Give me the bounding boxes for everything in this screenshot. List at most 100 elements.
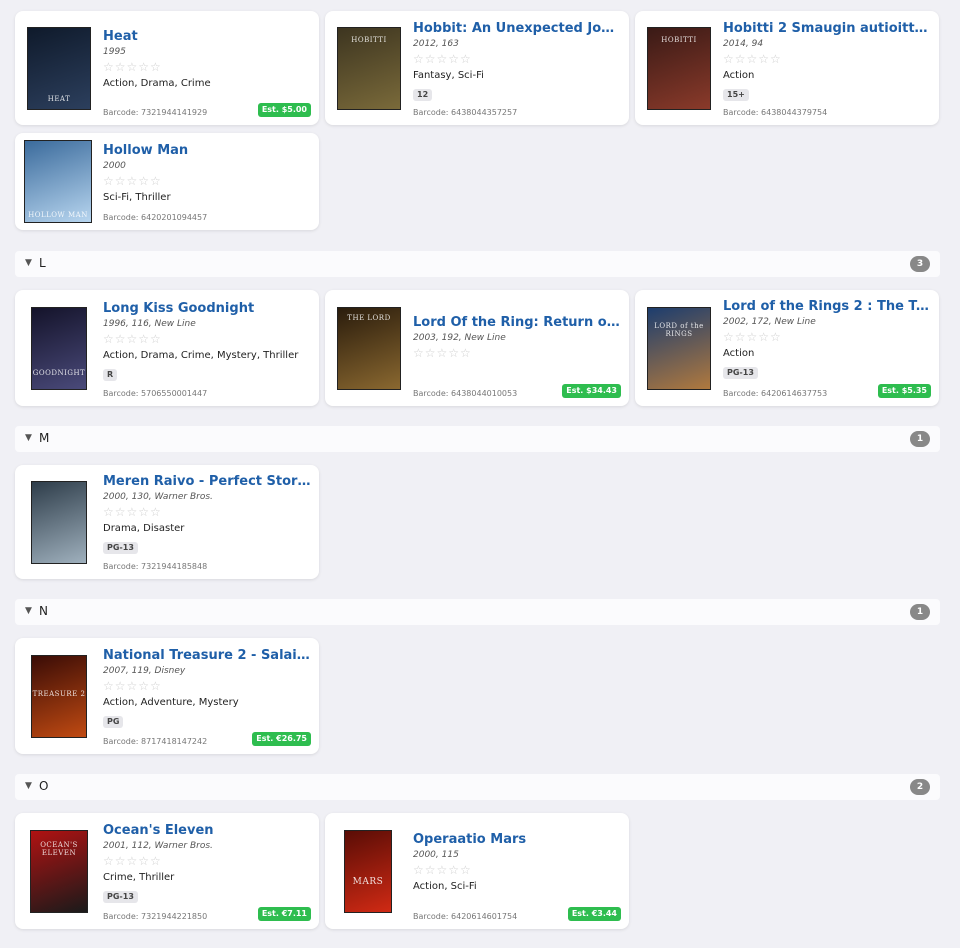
movie-meta: 2014, 94 (723, 39, 764, 49)
poster-image: THE LORD (337, 307, 401, 390)
movie-card[interactable]: HEAT Heat 1995 ☆☆☆☆☆ Action, Drama, Crim… (15, 11, 319, 125)
triangle-down-icon: ▼ (25, 606, 32, 616)
movie-genre: Action (723, 70, 755, 81)
price-badge: Est. €3.44 (567, 907, 621, 921)
price-badge: Est. $5.35 (877, 384, 931, 398)
group-letter: N (39, 604, 48, 618)
movie-card[interactable]: OCEAN'S ELEVEN Ocean's Eleven 2001, 112,… (15, 813, 319, 929)
movie-title[interactable]: Hollow Man (103, 143, 311, 159)
poster-image: OCEAN'S ELEVEN (30, 830, 88, 913)
barcode: Barcode: 7321944221850 (103, 912, 208, 921)
group-letter: O (39, 779, 49, 793)
movie-meta: 2000, 115 (413, 850, 459, 860)
movie-title[interactable]: Hobbit: An Unexpected Journey (413, 21, 621, 37)
movie-title[interactable]: Operaatio Mars (413, 832, 621, 848)
star-rating[interactable]: ☆☆☆☆☆ (413, 52, 621, 66)
movie-genre: Sci-Fi, Thriller (103, 192, 171, 203)
movie-title[interactable]: Lord of the Rings 2 : The Two ... (723, 299, 931, 315)
poster-image (31, 481, 87, 564)
price-badge: Est. $34.43 (562, 384, 621, 398)
movie-title[interactable]: Meren Raivo - Perfect Storm, ... (103, 474, 311, 490)
group-header-o[interactable]: ▼ O 2 (15, 774, 940, 800)
age-rating-badge: 12 (413, 89, 433, 101)
movie-meta: 2007, 119, Disney (103, 666, 186, 676)
age-rating-badge: PG (103, 716, 124, 728)
star-rating[interactable]: ☆☆☆☆☆ (413, 863, 621, 877)
price-badge: Est. €26.75 (252, 732, 311, 746)
movie-card[interactable]: MARS Operaatio Mars 2000, 115 ☆☆☆☆☆ Acti… (325, 813, 629, 929)
star-rating[interactable]: ☆☆☆☆☆ (723, 330, 931, 344)
group-count-badge: 1 (910, 604, 930, 620)
movie-title[interactable]: Heat (103, 29, 311, 45)
movie-meta: 2012, 163 (413, 39, 459, 49)
group-letter: M (39, 431, 50, 445)
movie-meta: 2003, 192, New Line (413, 333, 506, 343)
barcode: Barcode: 6420201094457 (103, 213, 208, 222)
star-rating[interactable]: ☆☆☆☆☆ (103, 332, 311, 346)
age-rating-badge: PG-13 (103, 542, 138, 554)
movie-genre: Action, Drama, Crime (103, 78, 211, 89)
movie-title[interactable]: Long Kiss Goodnight (103, 301, 311, 317)
barcode: Barcode: 5706550001447 (103, 389, 208, 398)
barcode: Barcode: 8717418147242 (103, 737, 208, 746)
movie-card[interactable]: HOLLOW MAN Hollow Man 2000 ☆☆☆☆☆ Sci-Fi,… (15, 133, 319, 230)
poster-image: HEAT (27, 27, 91, 110)
barcode: Barcode: 7321944141929 (103, 108, 208, 117)
triangle-down-icon: ▼ (25, 258, 32, 268)
movie-title[interactable]: Ocean's Eleven (103, 823, 311, 839)
movie-card[interactable]: GOODNIGHT Long Kiss Goodnight 1996, 116,… (15, 290, 319, 406)
movie-card[interactable]: THE LORD Lord Of the Ring: Return of th.… (325, 290, 629, 406)
movie-genre: Action, Sci-Fi (413, 881, 477, 892)
star-rating[interactable]: ☆☆☆☆☆ (103, 505, 311, 519)
movie-card[interactable]: HOBITTI Hobitti 2 Smaugin autioittaa ...… (635, 11, 939, 125)
barcode: Barcode: 6420614637753 (723, 389, 828, 398)
poster-image: HOLLOW MAN (24, 140, 92, 223)
movie-genre: Drama, Disaster (103, 523, 185, 534)
barcode: Barcode: 6438044010053 (413, 389, 518, 398)
movie-title[interactable]: Hobitti 2 Smaugin autioittaa ... (723, 21, 931, 37)
age-rating-badge: PG-13 (103, 891, 138, 903)
star-rating[interactable]: ☆☆☆☆☆ (103, 174, 311, 188)
star-rating[interactable]: ☆☆☆☆☆ (103, 854, 311, 868)
movie-card[interactable]: TREASURE 2 National Treasure 2 - Salaisu… (15, 638, 319, 754)
barcode: Barcode: 7321944185848 (103, 562, 208, 571)
movie-title[interactable]: National Treasure 2 - Salaisuu... (103, 648, 311, 664)
movie-meta: 2002, 172, New Line (723, 317, 816, 327)
star-rating[interactable]: ☆☆☆☆☆ (413, 346, 621, 360)
movie-genre: Fantasy, Sci-Fi (413, 70, 484, 81)
movie-card[interactable]: LORD of the RINGS Lord of the Rings 2 : … (635, 290, 939, 406)
movie-title[interactable]: Lord Of the Ring: Return of th... (413, 315, 621, 331)
barcode: Barcode: 6420614601754 (413, 912, 518, 921)
movie-genre: Action, Drama, Crime, Mystery, Thriller (103, 350, 299, 361)
age-rating-badge: 15+ (723, 89, 749, 101)
movie-genre: Action, Adventure, Mystery (103, 697, 239, 708)
price-badge: Est. €7.11 (257, 907, 311, 921)
triangle-down-icon: ▼ (25, 433, 32, 443)
triangle-down-icon: ▼ (25, 781, 32, 791)
age-rating-badge: PG-13 (723, 367, 758, 379)
poster-image: MARS (344, 830, 392, 913)
star-rating[interactable]: ☆☆☆☆☆ (723, 52, 931, 66)
group-header-m[interactable]: ▼ M 1 (15, 426, 940, 452)
group-header-l[interactable]: ▼ L 3 (15, 251, 940, 277)
movie-card[interactable]: HOBITTI Hobbit: An Unexpected Journey 20… (325, 11, 629, 125)
poster-image: TREASURE 2 (31, 655, 87, 738)
movie-card[interactable]: Meren Raivo - Perfect Storm, ... 2000, 1… (15, 465, 319, 579)
movie-meta: 2001, 112, Warner Bros. (103, 841, 213, 851)
movie-meta: 1995 (103, 47, 126, 57)
group-count-badge: 2 (910, 779, 930, 795)
group-letter: L (39, 256, 46, 270)
barcode: Barcode: 6438044357257 (413, 108, 518, 117)
poster-image: GOODNIGHT (31, 307, 87, 390)
poster-image: HOBITTI (647, 27, 711, 110)
star-rating[interactable]: ☆☆☆☆☆ (103, 60, 311, 74)
movie-genre: Action (723, 348, 755, 359)
star-rating[interactable]: ☆☆☆☆☆ (103, 679, 311, 693)
group-header-n[interactable]: ▼ N 1 (15, 599, 940, 625)
price-badge: Est. $5.00 (257, 103, 311, 117)
movie-genre: Crime, Thriller (103, 872, 175, 883)
group-count-badge: 3 (910, 256, 930, 272)
poster-image: HOBITTI (337, 27, 401, 110)
movie-meta: 2000 (103, 161, 126, 171)
age-rating-badge: R (103, 369, 118, 381)
